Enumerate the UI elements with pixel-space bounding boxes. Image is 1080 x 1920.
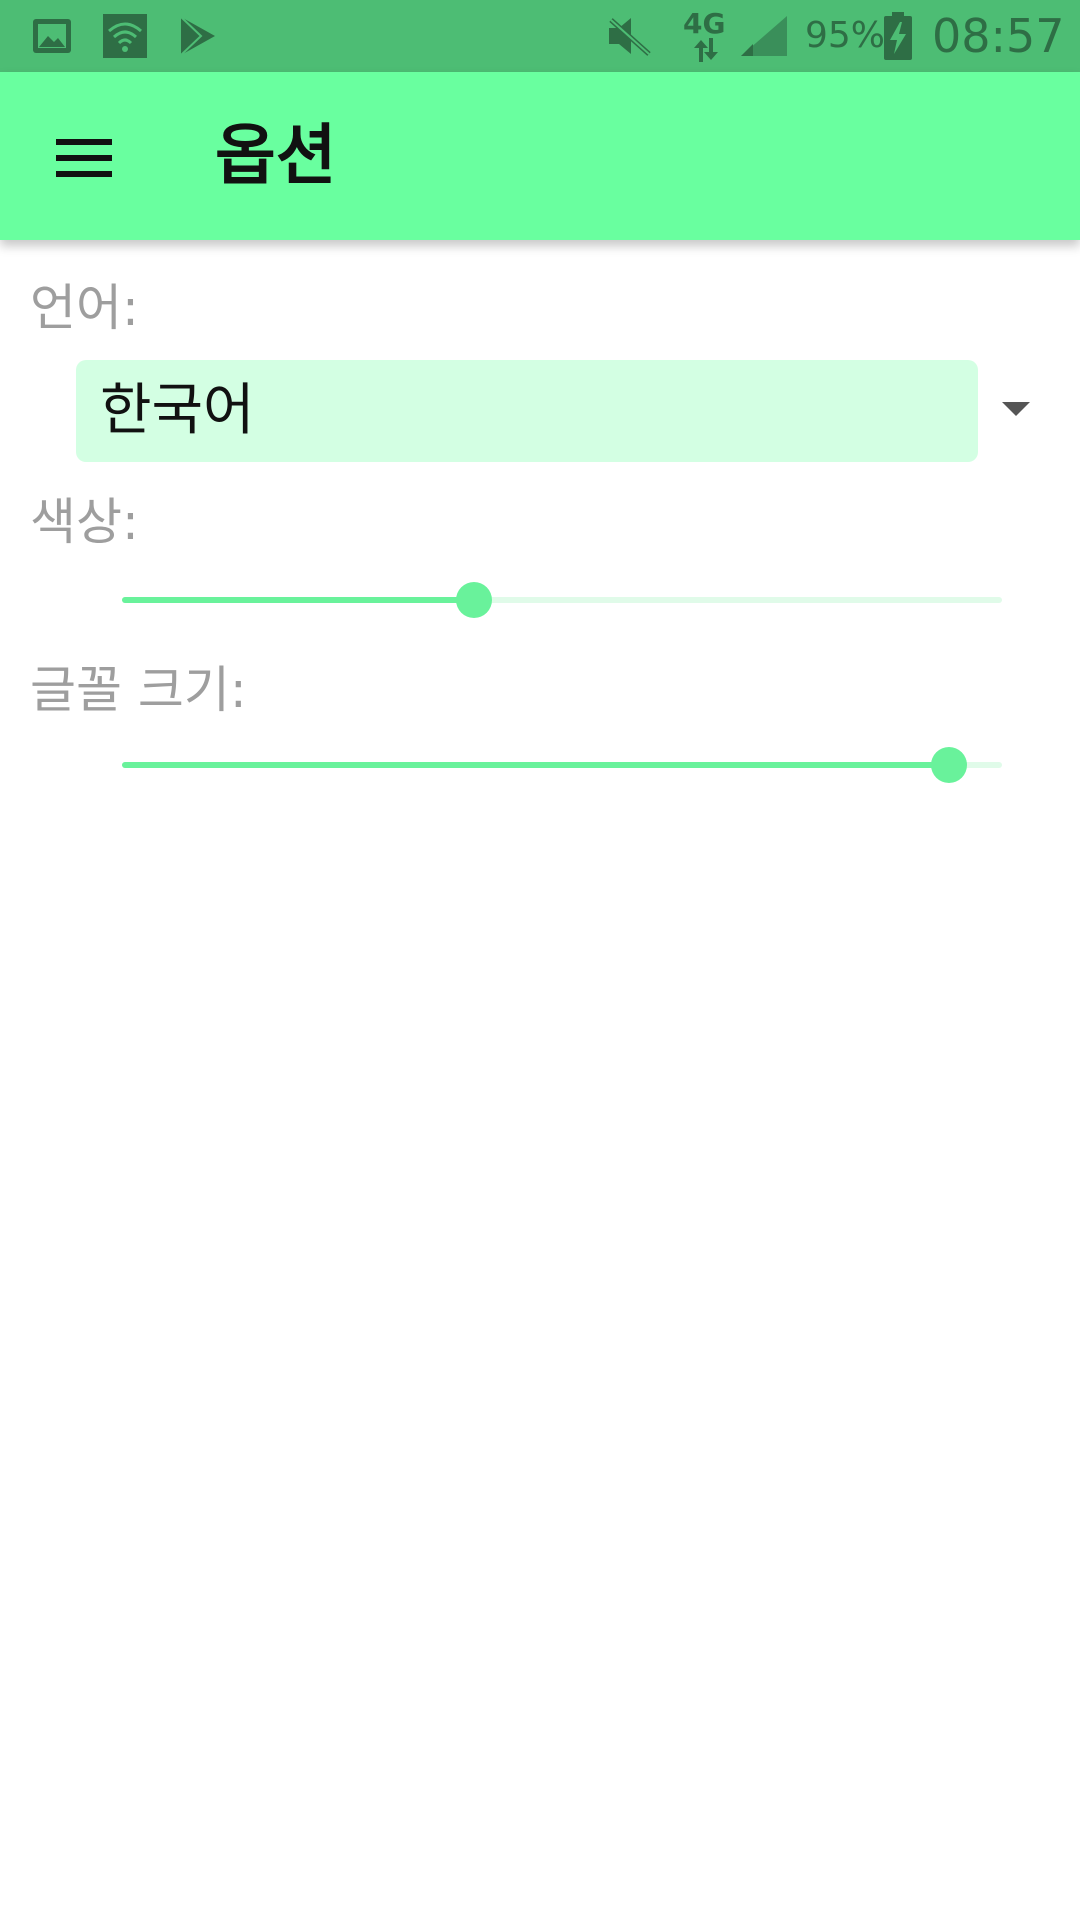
font-size-slider[interactable] <box>122 735 1002 795</box>
gallery-icon <box>30 0 74 72</box>
signal-icon <box>738 0 790 72</box>
chevron-down-icon[interactable] <box>998 398 1034 420</box>
language-spinner[interactable]: 한국어 <box>76 360 978 462</box>
slider-fill <box>122 597 474 603</box>
play-store-icon <box>176 0 220 72</box>
wifi-icon <box>102 0 148 72</box>
language-label: 언어: <box>30 279 139 337</box>
menu-icon <box>56 139 112 177</box>
page-title: 옵션 <box>215 117 337 194</box>
battery-percent: 95% <box>805 15 886 56</box>
screen: 4G 95% 08:57 옵션 언어: 한국어 색상: 글꼴 크기: <box>0 0 1080 1920</box>
font-size-label: 글꼴 크기: <box>30 661 247 719</box>
language-selected-value: 한국어 <box>100 378 255 443</box>
status-bar: 4G 95% 08:57 <box>0 0 1080 72</box>
color-label: 색상: <box>30 493 139 551</box>
app-bar: 옵션 <box>0 72 1080 240</box>
slider-fill <box>122 762 949 768</box>
battery-charging-icon <box>882 0 914 72</box>
color-slider[interactable] <box>122 570 1002 630</box>
menu-button[interactable] <box>36 110 132 206</box>
slider-thumb[interactable] <box>456 582 492 618</box>
slider-thumb[interactable] <box>931 747 967 783</box>
clock: 08:57 <box>932 9 1065 63</box>
mute-icon <box>604 0 654 72</box>
